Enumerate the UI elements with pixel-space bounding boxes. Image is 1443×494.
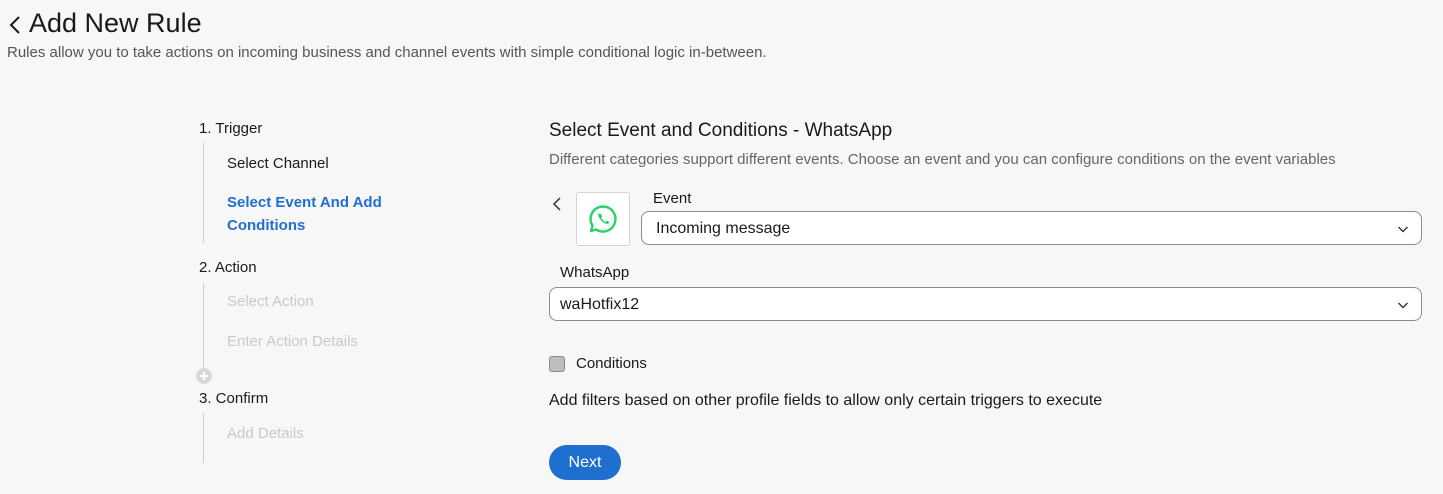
event-select-value: Incoming message [656,220,791,237]
conditions-hint: Add filters based on other profile field… [549,392,1103,409]
event-label: Event [653,190,692,207]
chevron-down-icon [1398,302,1408,309]
step-connector [203,143,204,243]
conditions-label[interactable]: Conditions [576,355,647,372]
substep-select-channel[interactable]: Select Channel [227,152,427,175]
step-confirm: 3. Confirm [199,390,269,407]
next-button[interactable]: Next [549,445,621,480]
page-subtitle: Rules allow you to take actions on incom… [7,44,767,61]
whatsapp-icon [589,205,617,233]
event-select[interactable]: Incoming message [641,211,1422,245]
change-channel-button[interactable] [549,194,565,214]
substep-add-details: Add Details [227,425,304,442]
step-trigger: 1. Trigger [199,120,263,137]
substep-select-event[interactable]: Select Event And Add Conditions [227,191,427,237]
conditions-checkbox[interactable] [549,356,565,372]
chevron-left-icon [552,197,561,211]
wizard-stepper: 1. Trigger Select Channel Select Event A… [196,118,458,468]
substep-select-action: Select Action [227,293,314,310]
panel-title: Select Event and Conditions - WhatsApp [549,120,893,141]
back-button[interactable] [6,12,24,38]
page-title: Add New Rule [29,8,202,38]
panel-description: Different categories support different e… [549,151,1336,168]
whatsapp-account-label: WhatsApp [560,264,630,281]
step-connector [203,413,204,463]
whatsapp-account-value: waHotfix12 [560,296,640,313]
substep-enter-action-details: Enter Action Details [227,333,358,350]
chevron-down-icon [1398,226,1408,233]
add-step-button[interactable] [196,368,212,384]
chevron-left-icon [9,16,20,34]
step-action: 2. Action [199,259,257,276]
whatsapp-account-select[interactable]: waHotfix12 [549,287,1422,321]
channel-logo [576,192,630,246]
plus-icon [200,372,208,380]
